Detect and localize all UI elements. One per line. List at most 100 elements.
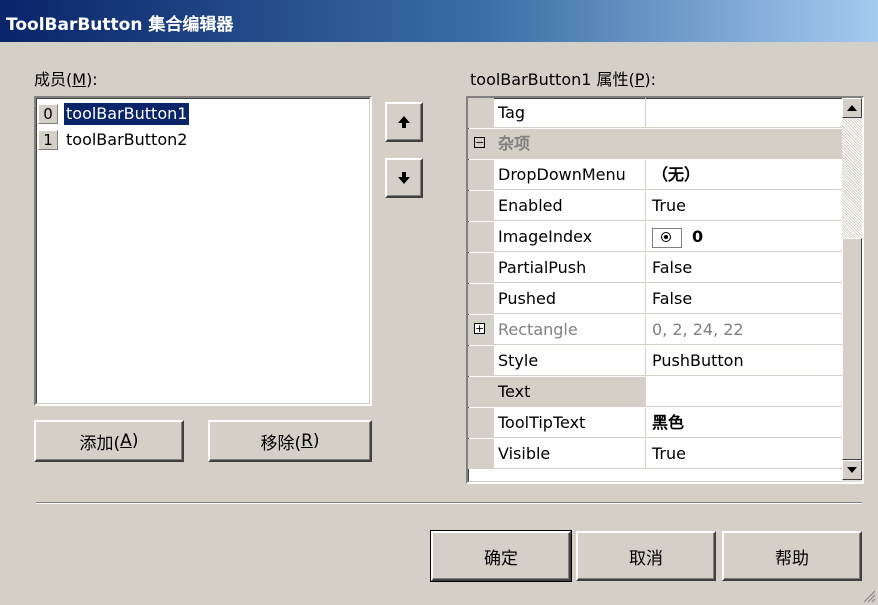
move-down-button[interactable] (385, 158, 423, 198)
property-value[interactable]: （无） (648, 160, 846, 189)
help-button-text: 帮助 (775, 548, 809, 569)
property-row[interactable]: Tag (468, 98, 846, 128)
row-gutter (468, 377, 494, 406)
property-name: PartialPush (494, 253, 646, 282)
property-row[interactable]: Enabled True (468, 191, 846, 221)
members-list[interactable]: 0 toolBarButton1 1 toolBarButton2 (34, 96, 372, 406)
property-row[interactable]: Text (468, 377, 846, 407)
scroll-thumb[interactable] (842, 238, 862, 460)
members-label-end: ): (86, 70, 98, 89)
row-gutter: + (468, 315, 494, 344)
property-value-text: 0, 2, 24, 22 (652, 320, 744, 339)
property-value[interactable]: 0, 2, 24, 22 (648, 315, 846, 344)
property-value[interactable]: False (648, 253, 846, 282)
property-name: Rectangle (494, 315, 646, 344)
property-name: Pushed (494, 284, 646, 313)
properties-label-end: ): (644, 70, 657, 89)
remove-button-text: 移除( (260, 433, 302, 454)
property-name: Tag (494, 98, 646, 127)
separator (36, 502, 862, 504)
remove-button-hotkey: R (301, 431, 313, 451)
add-button[interactable]: 添加(A) (34, 420, 184, 462)
property-row[interactable]: + Rectangle 0, 2, 24, 22 (468, 315, 846, 345)
property-name: DropDownMenu (494, 160, 646, 189)
help-button[interactable]: 帮助 (722, 531, 862, 581)
scroll-down-button[interactable] (842, 460, 862, 480)
remove-button-end: ) (312, 431, 320, 451)
properties-label: toolBarButton1 属性(P): (470, 66, 656, 90)
list-item-member-1[interactable]: 1 toolBarButton2 (38, 128, 372, 152)
row-gutter: − (468, 129, 494, 158)
add-button-end: ) (131, 431, 139, 451)
row-gutter (468, 439, 494, 468)
property-value-text: （无） (652, 165, 701, 184)
property-value[interactable] (648, 98, 846, 127)
row-gutter (468, 160, 494, 189)
property-row[interactable]: Pushed False (468, 284, 846, 314)
window-title: ToolBarButton 集合编辑器 (6, 15, 234, 35)
collapse-icon[interactable]: − (474, 137, 485, 148)
property-name: ToolTipText (494, 408, 646, 437)
property-value-text: PushButton (652, 351, 744, 370)
property-name: Visible (494, 439, 646, 468)
property-value-text: False (652, 258, 693, 277)
expand-icon[interactable]: + (474, 323, 485, 334)
scroll-track[interactable] (842, 118, 862, 238)
list-item-member-0[interactable]: 0 toolBarButton1 (38, 102, 372, 126)
ok-button-text: 确定 (484, 548, 518, 569)
row-gutter (468, 408, 494, 437)
property-value[interactable]: True (648, 439, 846, 468)
property-grid[interactable]: Tag − 杂项 DropDownMenu （无） Enabled True ImageInd… (466, 96, 864, 484)
property-row[interactable]: PartialPush False (468, 253, 846, 283)
property-row[interactable]: ToolTipText 黑色 (468, 408, 846, 438)
image-preview-icon (652, 227, 682, 248)
row-gutter (468, 98, 494, 127)
property-value[interactable]: False (648, 284, 846, 313)
scroll-up-button[interactable] (842, 98, 862, 118)
members-label-text: 成员( (34, 70, 73, 89)
property-value[interactable]: PushButton (648, 346, 846, 375)
arrow-down-icon (398, 172, 410, 184)
vertical-scrollbar[interactable] (842, 98, 862, 482)
scroll-down-arrow-icon (847, 467, 857, 473)
member-index: 0 (38, 104, 58, 124)
property-value[interactable] (648, 377, 846, 406)
ok-button[interactable]: 确定 (430, 530, 572, 582)
property-name: ImageIndex (494, 222, 646, 251)
properties-label-hotkey: P (634, 70, 645, 89)
property-value[interactable]: 黑色 (648, 408, 846, 437)
members-label-hotkey: M (72, 70, 87, 89)
remove-button[interactable]: 移除(R) (208, 420, 372, 462)
property-name: Enabled (494, 191, 646, 220)
cancel-button[interactable]: 取消 (576, 531, 716, 581)
property-name: 杂项 (494, 129, 846, 158)
resize-grip-icon[interactable] (862, 589, 876, 603)
title-bar[interactable]: ToolBarButton 集合编辑器 (0, 0, 878, 42)
property-value-text: False (652, 289, 693, 308)
property-name: Style (494, 346, 646, 375)
row-gutter (468, 253, 494, 282)
arrow-up-icon (398, 116, 410, 128)
property-value[interactable]: True (648, 191, 846, 220)
property-row[interactable]: Visible True (468, 439, 846, 469)
scroll-up-arrow-icon (847, 105, 857, 111)
row-gutter (468, 346, 494, 375)
cancel-button-text: 取消 (629, 548, 663, 569)
members-label: 成员(M): (34, 66, 98, 90)
property-row[interactable]: ImageIndex 0 (468, 222, 846, 252)
property-value-text: 0 (692, 227, 704, 246)
move-up-button[interactable] (385, 102, 423, 142)
properties-label-text: toolBarButton1 属性( (470, 70, 635, 89)
property-value-text: True (652, 444, 686, 463)
member-index: 1 (38, 130, 58, 150)
row-gutter (468, 222, 494, 251)
property-row[interactable]: − 杂项 (468, 129, 846, 159)
member-name: toolBarButton2 (66, 130, 188, 149)
property-value-text: 黑色 (652, 413, 685, 432)
row-gutter (468, 284, 494, 313)
property-value-text: True (652, 196, 686, 215)
property-row[interactable]: DropDownMenu （无） (468, 160, 846, 190)
property-row[interactable]: Style PushButton (468, 346, 846, 376)
member-name: toolBarButton1 (64, 103, 190, 125)
property-value[interactable]: 0 (648, 222, 846, 251)
